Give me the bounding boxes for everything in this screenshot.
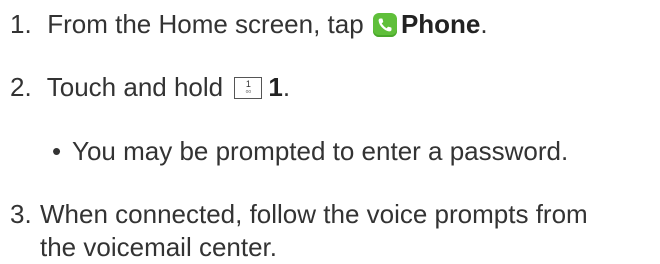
bullet-marker: • bbox=[52, 136, 62, 166]
phone-label: Phone bbox=[400, 9, 481, 39]
key-label: 1 bbox=[268, 72, 283, 102]
step-text: Touch and hold bbox=[46, 72, 224, 102]
step-3: 3. When connected, follow the voice promp… bbox=[10, 198, 588, 264]
step-punct: . bbox=[480, 9, 488, 39]
step-1: 1. From the Home screen, tap Phone. bbox=[10, 8, 488, 41]
step-number: 1. bbox=[10, 9, 32, 39]
bullet-text: You may be prompted to enter a password. bbox=[72, 136, 569, 166]
phone-icon bbox=[372, 13, 397, 37]
step-text-line2: the voicemail center. bbox=[40, 232, 278, 262]
step-punct: . bbox=[282, 72, 291, 102]
step-number: 3. bbox=[10, 199, 32, 229]
step-text: From the Home screen, tap bbox=[47, 9, 364, 39]
key-digit: 1 bbox=[245, 79, 251, 89]
step-text-line1: When connected, follow the voice prompts… bbox=[40, 199, 588, 229]
key-sub: oo bbox=[245, 89, 252, 95]
voicemail-key-icon: 1 oo bbox=[234, 77, 263, 99]
bullet-note: • You may be prompted to enter a password… bbox=[52, 135, 568, 168]
step-number: 2. bbox=[10, 72, 32, 102]
instruction-document: 1. From the Home screen, tap Phone. 2. T… bbox=[0, 0, 660, 262]
step-2: 2. Touch and hold 1 oo 1. bbox=[10, 71, 290, 104]
